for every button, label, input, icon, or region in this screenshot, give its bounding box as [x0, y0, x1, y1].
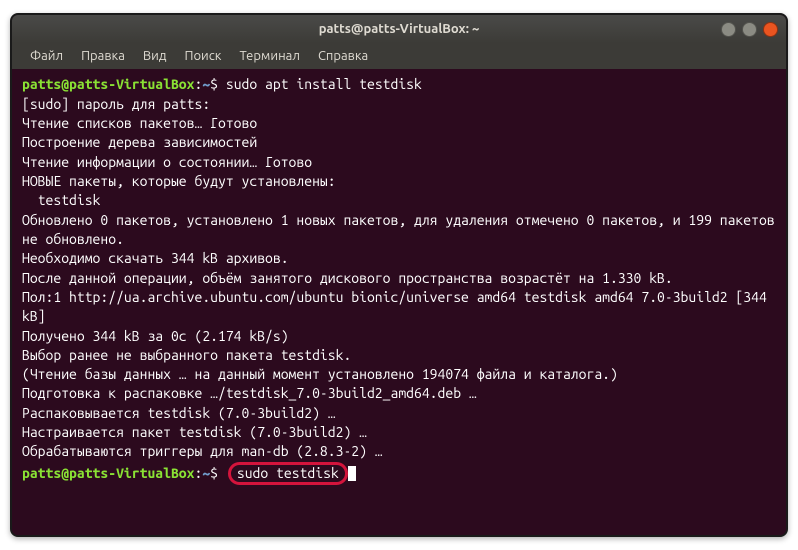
- terminal-window: patts@patts-VirtualBox: ~ Файл Правка Ви…: [10, 13, 788, 536]
- output-line: После данной операции, объём занятого ди…: [22, 269, 776, 288]
- command-1: sudo apt install testdisk: [218, 76, 422, 92]
- output-line: Необходимо скачать 344 kB архивов.: [22, 249, 776, 268]
- menubar: Файл Правка Вид Поиск Терминал Справка: [12, 43, 786, 69]
- output-line: testdisk: [22, 191, 776, 210]
- menu-view[interactable]: Вид: [135, 47, 175, 65]
- prompt-symbol: $: [210, 465, 218, 481]
- window-title: patts@patts-VirtualBox: ~: [319, 22, 480, 36]
- prompt-line-1: patts@patts-VirtualBox:~$ sudo apt insta…: [22, 75, 776, 94]
- window-controls: [721, 22, 778, 37]
- output-line: Обновлено 0 пакетов, установлено 1 новых…: [22, 211, 776, 250]
- output-line: Подготовка к распаковке …/testdisk_7.0-3…: [22, 384, 776, 403]
- output-line: Чтение информации о состоянии… Готово: [22, 153, 776, 172]
- prompt-user: patts@patts-VirtualBox: [22, 76, 194, 92]
- output-line: [sudo] пароль для patts:: [22, 95, 776, 114]
- output-line: Пол:1 http://ua.archive.ubuntu.com/ubunt…: [22, 288, 776, 327]
- menu-help[interactable]: Справка: [310, 47, 376, 65]
- output-line: НОВЫЕ пакеты, которые будут установлены:: [22, 172, 776, 191]
- output-line: (Чтение базы данных … на данный момент у…: [22, 365, 776, 384]
- prompt-path: ~: [202, 465, 210, 481]
- command-2: sudo testdisk: [237, 465, 339, 481]
- output-line: Распаковывается testdisk (7.0-3build2) …: [22, 404, 776, 423]
- output-line: Построение дерева зависимостей: [22, 133, 776, 152]
- output-line: Получено 344 kB за 0с (2.174 kB/s): [22, 327, 776, 346]
- output-line: Обрабатываются триггеры для man-db (2.8.…: [22, 442, 776, 461]
- prompt-path: ~: [202, 76, 210, 92]
- cursor-icon: [348, 466, 356, 481]
- prompt-user: patts@patts-VirtualBox: [22, 465, 194, 481]
- output-line: Чтение списков пакетов… Готово: [22, 114, 776, 133]
- output-line: Выбор ранее не выбранного пакета testdis…: [22, 346, 776, 365]
- menu-search[interactable]: Поиск: [176, 47, 229, 65]
- prompt-line-2: patts@patts-VirtualBox:~$ sudo testdisk: [22, 462, 776, 485]
- titlebar[interactable]: patts@patts-VirtualBox: ~: [12, 15, 786, 43]
- minimize-button[interactable]: [721, 22, 736, 37]
- terminal-body[interactable]: patts@patts-VirtualBox:~$ sudo apt insta…: [12, 69, 786, 534]
- close-button[interactable]: [763, 22, 778, 37]
- menu-file[interactable]: Файл: [22, 47, 71, 65]
- output-line: Настраивается пакет testdisk (7.0-3build…: [22, 423, 776, 442]
- maximize-button[interactable]: [742, 22, 757, 37]
- prompt-symbol: $: [210, 76, 218, 92]
- highlighted-command: sudo testdisk: [228, 462, 348, 485]
- menu-terminal[interactable]: Терминал: [231, 47, 307, 65]
- menu-edit[interactable]: Правка: [73, 47, 133, 65]
